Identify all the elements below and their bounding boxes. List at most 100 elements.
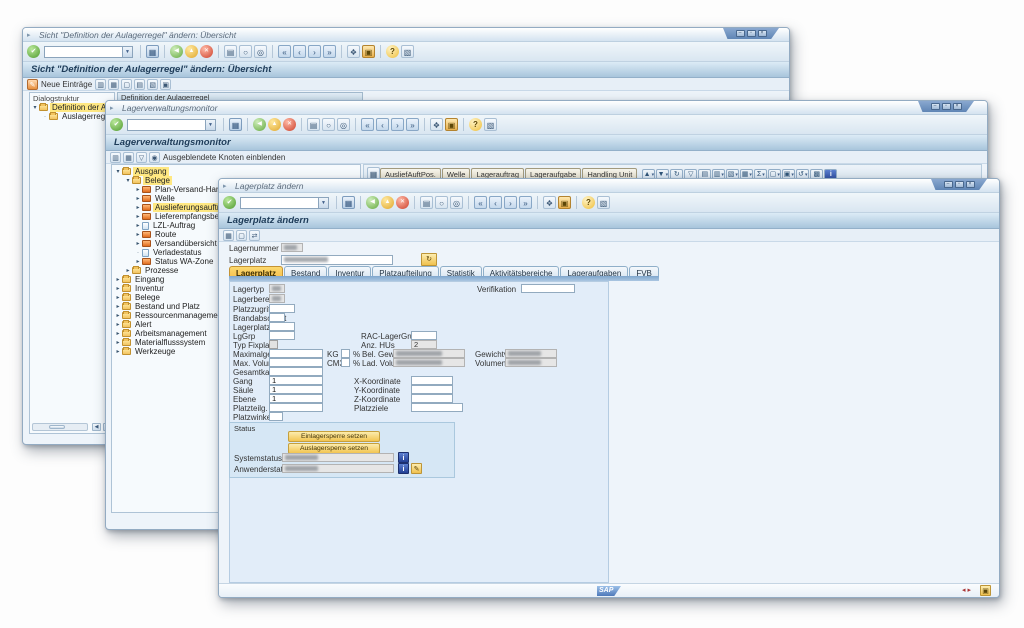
expander-icon[interactable]: ▸ [114,303,122,310]
field-z-koordinate-input[interactable] [411,394,453,403]
close-icon[interactable]: × [966,181,975,188]
expander-icon[interactable]: ▸ [134,240,142,247]
help-icon[interactable]: ? [469,118,482,131]
customize-icon[interactable]: ▧ [484,118,497,131]
window-menu-icon[interactable]: ▸ [27,31,31,39]
expander-icon[interactable]: ▸ [124,267,132,274]
field-rac-lagergruppe-input[interactable] [411,331,437,340]
layout-icon[interactable]: ▦ [123,152,134,163]
shortcut-icon[interactable]: ▣ [445,118,458,131]
shortcut-icon[interactable]: ▣ [362,45,375,58]
find-icon[interactable]: ○ [322,118,335,131]
hide-node-icon[interactable]: ▽ [136,152,147,163]
close-icon[interactable]: × [758,30,767,37]
last-page-icon[interactable]: » [406,118,419,131]
services-icon[interactable]: ▣ [980,585,991,596]
position-icon[interactable]: ▧ [147,79,158,90]
cancel-icon[interactable]: ✕ [200,45,213,58]
field-gesamtkapazität-input[interactable] [269,367,323,376]
first-page-icon[interactable]: « [278,45,291,58]
expander-icon[interactable]: ▸ [134,195,142,202]
minimize-icon[interactable]: – [931,103,940,110]
copy-all-icon[interactable]: ▦ [108,79,119,90]
expander-icon[interactable]: ▸ [114,285,122,292]
field-brandabschnitt-input[interactable] [269,313,285,322]
find-icon[interactable]: ○ [239,45,252,58]
field-max-volumen-input[interactable] [269,358,323,367]
print-icon[interactable]: ▤ [307,118,320,131]
back-icon[interactable]: ◀ [253,118,266,131]
field-platzziele-input[interactable] [411,403,463,412]
field-lggrp-input[interactable] [269,331,295,340]
prev-page-icon[interactable]: ‹ [376,118,389,131]
last-page-icon[interactable]: » [323,45,336,58]
field-maximalgewicht-input[interactable] [269,349,323,358]
back-icon[interactable]: ◀ [170,45,183,58]
find-next-icon[interactable]: ◎ [254,45,267,58]
expander-icon[interactable]: ▾ [31,104,39,111]
expander-icon[interactable]: ▸ [134,231,142,238]
close-icon[interactable]: × [953,103,962,110]
expander-icon[interactable]: ▸ [114,276,122,283]
exit-icon[interactable]: ▲ [185,45,198,58]
find-next-icon[interactable]: ◎ [337,118,350,131]
next-page-icon[interactable]: › [391,118,404,131]
expander-icon[interactable]: ▸ [134,258,142,265]
tree-item[interactable]: ▾Definition der Aulagerre [31,103,113,112]
save-icon[interactable]: ▦ [146,45,159,58]
tree-item[interactable]: ▾Ausgang [114,167,359,176]
delete-icon[interactable]: ▢ [121,79,132,90]
next-page-icon[interactable]: › [308,45,321,58]
field-maximalgewicht-pct-input[interactable] [341,349,350,358]
alarm-icon[interactable]: ◉ [149,152,160,163]
horizontal-scrollbar[interactable] [32,423,88,431]
expander-icon[interactable]: ▸ [134,213,142,220]
prev-page-icon[interactable]: ‹ [293,45,306,58]
new-session-icon[interactable]: ❖ [347,45,360,58]
field-platzwinkel-input[interactable] [269,412,283,421]
command-field[interactable]: ▼ [127,119,216,131]
expander-icon[interactable]: ▸ [114,330,122,337]
maximize-icon[interactable]: ▫ [955,181,964,188]
first-page-icon[interactable]: « [361,118,374,131]
copy-as-icon[interactable]: ▥ [95,79,106,90]
field-gang-input[interactable]: 1 [269,376,323,385]
expander-icon[interactable]: ▸ [114,339,122,346]
enter-icon[interactable]: ✔ [27,45,40,58]
field-x-koordinate-input[interactable] [411,376,453,385]
expander-icon[interactable]: ▸ [114,348,122,355]
select-block-icon[interactable]: ▤ [134,79,145,90]
new-entries-button[interactable]: Neue Einträge [41,80,92,89]
field-platzteilg-input[interactable] [269,403,323,412]
help-icon[interactable]: ? [386,45,399,58]
expander-icon[interactable]: ▸ [114,321,122,328]
customize-icon[interactable]: ▧ [401,45,414,58]
field-verifikation-input[interactable] [521,284,575,293]
legend-icon[interactable]: ▥ [110,152,121,163]
expander-icon[interactable]: ▾ [124,177,132,184]
system-status-info-icon[interactable]: i [398,452,409,463]
field-säule-input[interactable]: 1 [269,385,323,394]
expander-icon[interactable]: ▸ [114,312,122,319]
field-y-koordinate-input[interactable] [411,385,453,394]
user-status-info-icon[interactable]: i [398,463,409,474]
show-hidden-nodes-button[interactable]: Ausgeblendete Knoten einblenden [163,153,285,162]
exit-icon[interactable]: ▲ [268,118,281,131]
field-ebene-input[interactable]: 1 [269,394,323,403]
enter-icon[interactable]: ✔ [110,118,123,131]
maximize-icon[interactable]: ▫ [747,30,756,37]
command-field[interactable]: ▼ [44,46,133,58]
minimize-icon[interactable]: – [736,30,745,37]
set-putaway-block-button[interactable]: Einlagersperre setzen [288,431,380,442]
expander-icon[interactable]: ▸ [134,204,142,211]
expander-icon[interactable]: ▾ [114,168,122,175]
field-lagerplatztyp-input[interactable] [269,322,295,331]
print-icon[interactable]: ▤ [224,45,237,58]
save-icon[interactable]: ▦ [229,118,242,131]
expander-icon[interactable]: ▸ [134,222,142,229]
minimize-icon[interactable]: – [944,181,953,188]
maximize-icon[interactable]: ▫ [942,103,951,110]
expander-icon[interactable]: ▸ [114,294,122,301]
new-session-icon[interactable]: ❖ [430,118,443,131]
cancel-icon[interactable]: ✕ [283,118,296,131]
